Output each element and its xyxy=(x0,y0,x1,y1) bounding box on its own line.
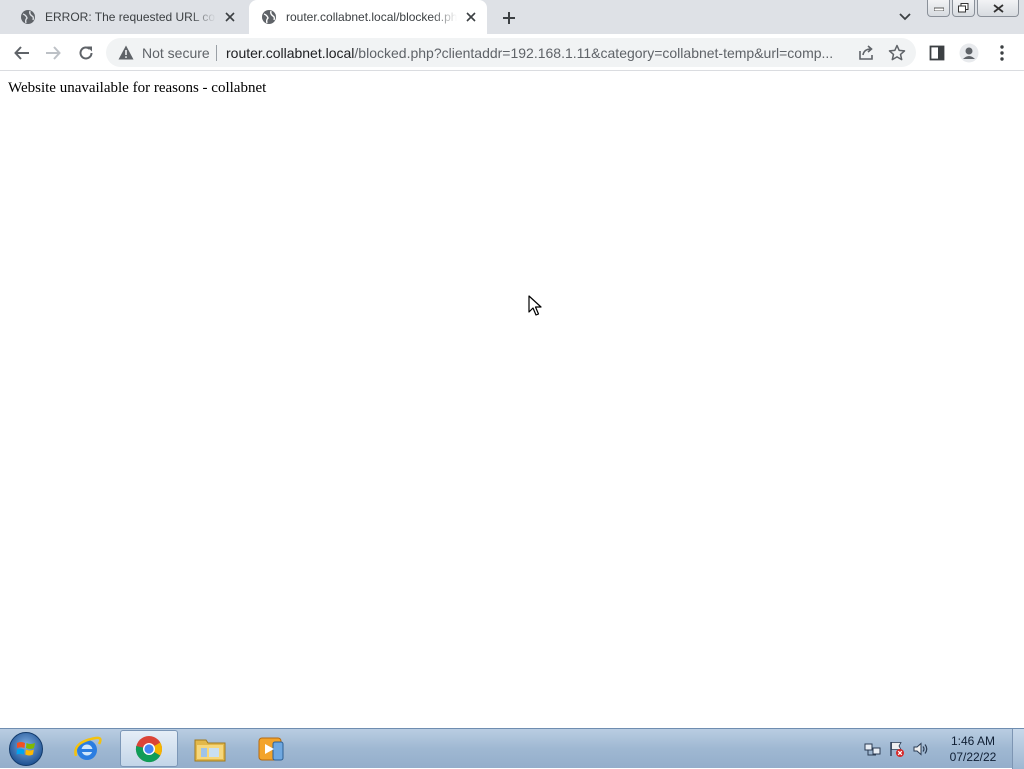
security-label[interactable]: Not secure xyxy=(142,45,210,61)
minimize-icon xyxy=(933,7,944,11)
url-path: /blocked.php?clientaddr=192.168.1.11&cat… xyxy=(354,45,834,61)
arrow-right-icon xyxy=(46,46,61,60)
close-icon xyxy=(992,3,1004,13)
page-content: Website unavailable for reasons - collab… xyxy=(0,71,1024,728)
show-desktop-button[interactable] xyxy=(1012,729,1024,769)
window-controls xyxy=(927,0,1021,17)
action-center-flag-icon[interactable] xyxy=(888,740,906,758)
omnibox-divider xyxy=(216,45,217,61)
restore-button[interactable] xyxy=(952,0,975,17)
tab-title: ERROR: The requested URL could not be re… xyxy=(45,10,216,24)
file-explorer-icon xyxy=(194,739,226,761)
close-icon xyxy=(466,12,476,22)
tab-strip: ERROR: The requested URL could not be re… xyxy=(0,0,1024,34)
globe-icon xyxy=(21,10,35,24)
side-panel-icon xyxy=(929,45,945,61)
tab-close-button[interactable] xyxy=(463,9,479,25)
media-player-icon xyxy=(258,737,284,760)
taskbar-clock[interactable]: 1:46 AM 07/22/22 xyxy=(942,733,1004,765)
chevron-down-icon xyxy=(899,13,911,21)
chrome-icon xyxy=(135,735,163,762)
windows-taskbar: 1:46 AM 07/22/22 xyxy=(0,728,1024,769)
blocked-message: Website unavailable for reasons - collab… xyxy=(8,80,267,96)
share-icon[interactable] xyxy=(857,44,875,62)
clock-time: 1:46 AM xyxy=(950,734,996,748)
url-text[interactable]: router.collabnet.local/blocked.php?clien… xyxy=(226,45,846,61)
taskbar-chrome[interactable] xyxy=(120,730,178,767)
browser-toolbar: Not secure router.collabnet.local/blocke… xyxy=(0,34,1024,71)
window-close-button[interactable] xyxy=(977,0,1019,17)
arrow-left-icon xyxy=(14,46,29,60)
taskbar-internet-explorer[interactable] xyxy=(59,730,117,767)
profile-button[interactable] xyxy=(958,42,980,64)
clock-date: 07/22/22 xyxy=(949,750,997,764)
forward-button[interactable] xyxy=(40,40,66,66)
more-vertical-icon xyxy=(1000,45,1004,61)
back-button[interactable] xyxy=(9,40,35,66)
close-icon xyxy=(225,12,235,22)
mouse-cursor-icon xyxy=(528,295,542,316)
new-tab-button[interactable] xyxy=(499,8,519,28)
tab-search-button[interactable] xyxy=(896,8,914,26)
reload-button[interactable] xyxy=(73,40,99,66)
volume-icon[interactable] xyxy=(912,740,930,758)
minimize-button[interactable] xyxy=(927,0,950,17)
taskbar-file-explorer[interactable] xyxy=(181,730,239,767)
start-button[interactable] xyxy=(6,731,46,767)
address-bar[interactable]: Not secure router.collabnet.local/blocke… xyxy=(106,38,916,67)
tab-close-button[interactable] xyxy=(222,9,238,25)
tab-blocked[interactable]: router.collabnet.local/blocked.php xyxy=(249,0,487,34)
internet-explorer-icon xyxy=(74,736,102,760)
tab-error[interactable]: ERROR: The requested URL could not be re… xyxy=(8,0,246,34)
tab-title: router.collabnet.local/blocked.php xyxy=(286,10,457,24)
reload-icon xyxy=(79,46,93,60)
taskbar-media-player[interactable] xyxy=(242,730,300,767)
restore-icon xyxy=(958,3,969,13)
network-icon[interactable] xyxy=(864,740,882,758)
plus-icon xyxy=(503,12,515,24)
url-host: router.collabnet.local xyxy=(226,45,355,61)
system-tray xyxy=(864,740,930,758)
bookmark-star-icon[interactable] xyxy=(888,44,906,62)
menu-button[interactable] xyxy=(991,42,1013,64)
warning-icon[interactable] xyxy=(118,45,134,60)
side-panel-button[interactable] xyxy=(926,42,948,64)
globe-icon xyxy=(262,10,276,24)
avatar-icon xyxy=(959,43,979,63)
